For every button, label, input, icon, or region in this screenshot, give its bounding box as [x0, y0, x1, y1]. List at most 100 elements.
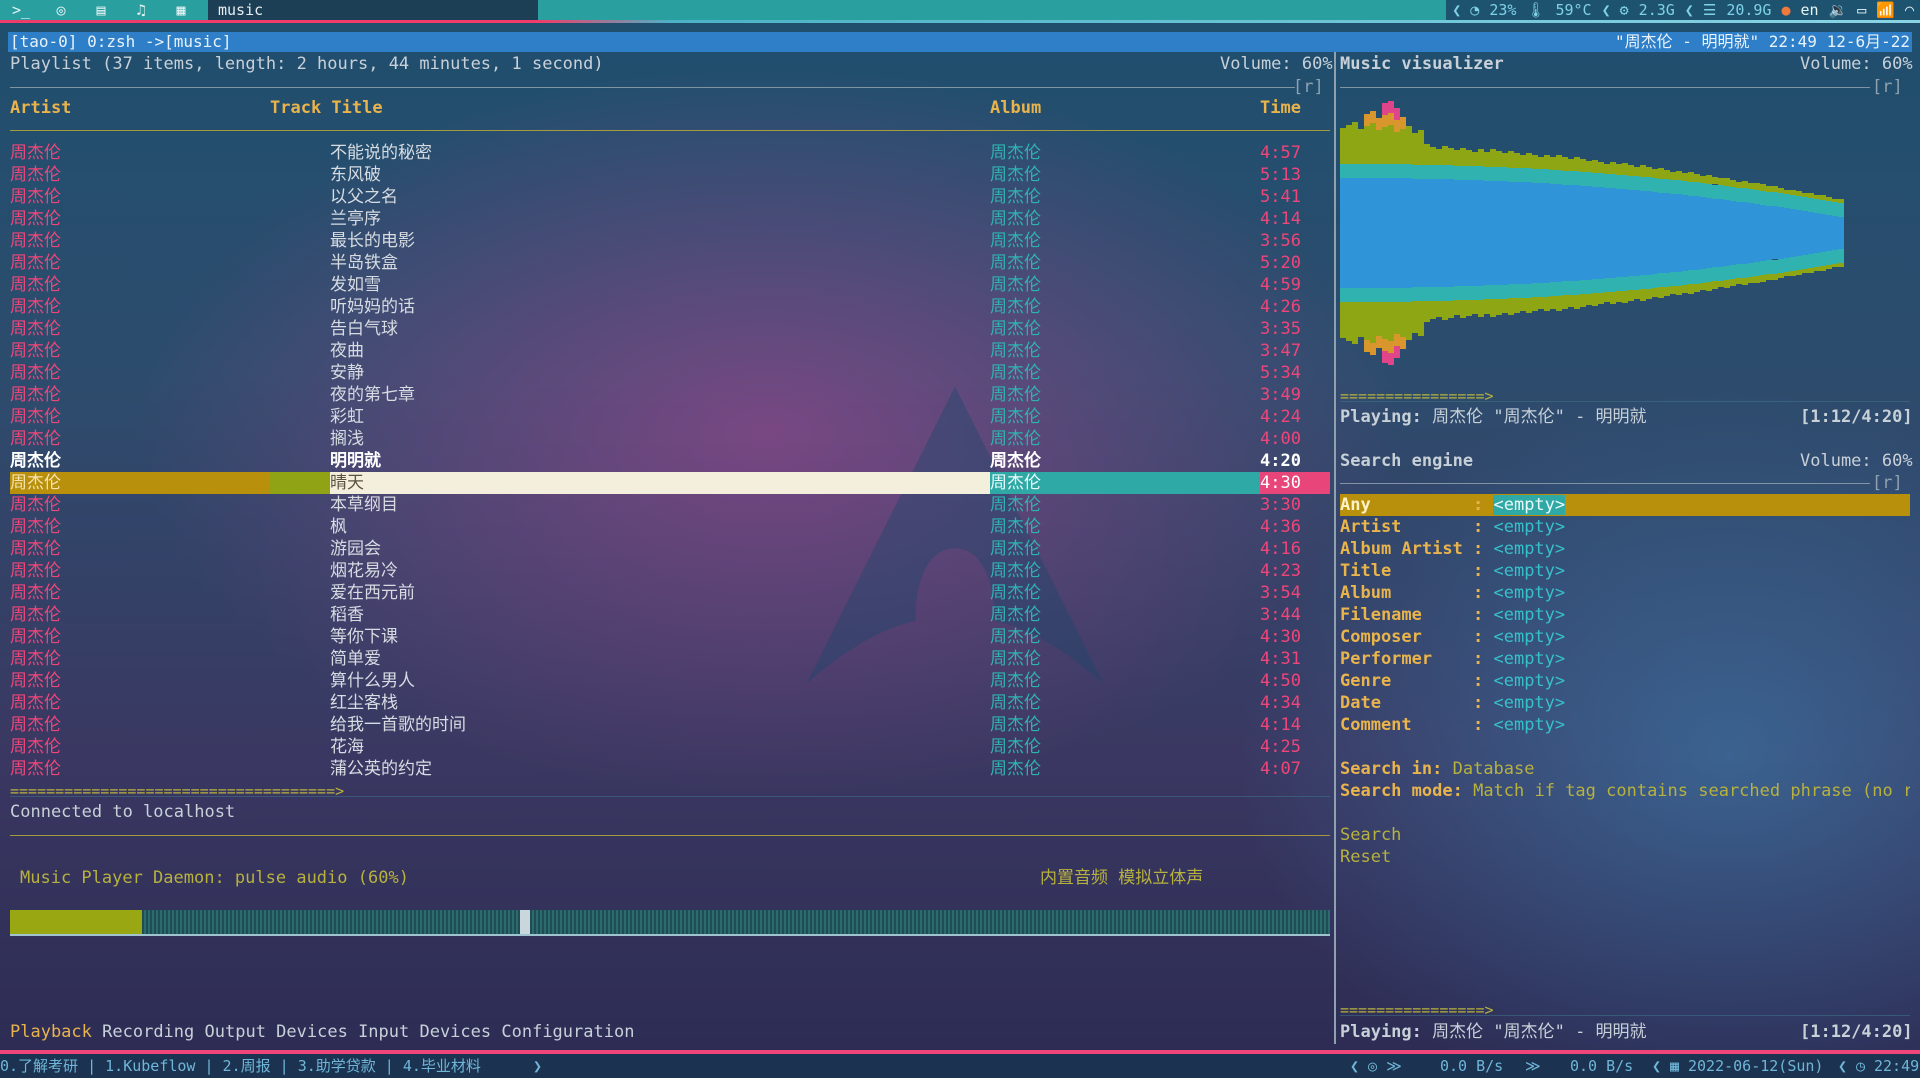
cell-time: 3:35 [1260, 319, 1301, 339]
search-field-value[interactable]: <empty> [1493, 561, 1565, 581]
cell-title: 安静 [330, 363, 364, 383]
cell-artist: 周杰伦 [10, 275, 61, 295]
search-field-row[interactable]: Artist: <empty> [1340, 516, 1910, 538]
table-row[interactable]: 周杰伦 明明就 周杰伦 4:20 [10, 450, 1330, 472]
visualizer-progress-arrow: ================> [1340, 387, 1494, 405]
search-field-value[interactable]: <empty> [1493, 605, 1565, 625]
table-row[interactable]: 周杰伦 枫 周杰伦 4:36 [10, 516, 1330, 538]
cell-album: 周杰伦 [990, 187, 1041, 207]
search-field-colon: : [1473, 539, 1494, 559]
search-field-value[interactable]: <empty> [1493, 671, 1565, 691]
table-row[interactable]: 周杰伦 等你下课 周杰伦 4:30 [10, 626, 1330, 648]
search-field-row[interactable]: Filename: <empty> [1340, 604, 1910, 626]
cell-title: 彩虹 [330, 407, 364, 427]
cell-title: 枫 [330, 517, 347, 537]
network-icon[interactable]: 📶 [1876, 1, 1895, 19]
cpu-usage: 23% [1489, 1, 1517, 19]
search-field-row[interactable]: Comment: <empty> [1340, 714, 1910, 736]
column-time-header[interactable]: Time [1260, 97, 1301, 119]
volume-slider[interactable] [10, 910, 1330, 936]
cell-title: 简单爱 [330, 649, 381, 669]
table-row[interactable]: 周杰伦 夜的第七章 周杰伦 3:49 [10, 384, 1330, 406]
tab-output-devices[interactable]: Output Devices [205, 1022, 348, 1042]
search-field-row[interactable]: Performer: <empty> [1340, 648, 1910, 670]
table-row[interactable]: 周杰伦 给我一首歌的时间 周杰伦 4:14 [10, 714, 1330, 736]
search-field-row[interactable]: Composer: <empty> [1340, 626, 1910, 648]
table-row[interactable]: 周杰伦 告白气球 周杰伦 3:35 [10, 318, 1330, 340]
table-row[interactable]: 周杰伦 本草纲目 周杰伦 3:30 [10, 494, 1330, 516]
apps-icon[interactable]: ▦ [166, 0, 196, 20]
volume-slider-marker[interactable] [520, 910, 530, 934]
search-field-row[interactable]: Genre: <empty> [1340, 670, 1910, 692]
table-row[interactable]: 周杰伦 夜曲 周杰伦 3:47 [10, 340, 1330, 362]
table-row[interactable]: 周杰伦 安静 周杰伦 5:34 [10, 362, 1330, 384]
wifi-icon[interactable]: ◠ [1905, 1, 1914, 19]
tab-recording[interactable]: Recording [102, 1022, 194, 1042]
firefox-icon[interactable]: ● [1781, 1, 1790, 19]
search-field-row[interactable]: Any: <empty> [1340, 494, 1910, 516]
terminal-icon[interactable]: >_ [6, 0, 36, 20]
table-row[interactable]: 周杰伦 东风破 周杰伦 5:13 [10, 164, 1330, 186]
cell-artist: 周杰伦 [10, 363, 61, 383]
tab-configuration[interactable]: Configuration [501, 1022, 634, 1042]
volume-icon[interactable]: 🔉 [1829, 1, 1848, 19]
table-row[interactable]: 周杰伦 蒲公英的约定 周杰伦 4:07 [10, 758, 1330, 780]
table-row[interactable]: 周杰伦 稻香 周杰伦 3:44 [10, 604, 1330, 626]
table-row[interactable]: 周杰伦 爱在西元前 周杰伦 3:54 [10, 582, 1330, 604]
mixer-device-label: 内置音频 模拟立体声 [1040, 868, 1204, 888]
search-field-value[interactable]: <empty> [1493, 627, 1565, 647]
playlist-volume[interactable]: Volume: 60% [1220, 53, 1333, 75]
search-field-colon: : [1473, 605, 1494, 625]
visualizer-volume[interactable]: Volume: 60% [1800, 53, 1913, 75]
table-row[interactable]: 周杰伦 最长的电影 周杰伦 3:56 [10, 230, 1330, 252]
column-artist-header[interactable]: Artist [10, 97, 71, 119]
search-field-value[interactable]: <empty> [1493, 693, 1565, 713]
search-field-value[interactable]: <empty> [1493, 495, 1566, 515]
table-row[interactable]: 周杰伦 游园会 周杰伦 4:16 [10, 538, 1330, 560]
search-field-value[interactable]: <empty> [1493, 583, 1565, 603]
table-row[interactable]: 周杰伦 半岛铁盒 周杰伦 5:20 [10, 252, 1330, 274]
chat-icon[interactable]: ▤ [86, 0, 116, 20]
chrome-icon[interactable]: ◎ [46, 0, 76, 20]
search-field-row[interactable]: Album Artist: <empty> [1340, 538, 1910, 560]
workspace-list[interactable]: 0.了解考研 | 1.Kubeflow | 2.周报 | 3.助学贷款 | 4.… [0, 1054, 481, 1078]
tab-input-devices[interactable]: Input Devices [358, 1022, 491, 1042]
search-in-value[interactable]: Database [1453, 759, 1535, 779]
table-row[interactable]: 周杰伦 彩虹 周杰伦 4:24 [10, 406, 1330, 428]
search-mode-value[interactable]: Match if tag contains searched phrase (n… [1473, 781, 1910, 801]
search-field-value[interactable]: <empty> [1493, 517, 1565, 537]
search-field-colon: : [1473, 583, 1494, 603]
search-volume[interactable]: Volume: 60% [1800, 450, 1913, 472]
search-field-row[interactable]: Date: <empty> [1340, 692, 1910, 714]
table-row[interactable]: 周杰伦 算什么男人 周杰伦 4:50 [10, 670, 1330, 692]
reset-action-button[interactable]: Reset [1340, 846, 1391, 868]
cell-time: 4:20 [1260, 451, 1301, 471]
table-row[interactable]: 周杰伦 搁浅 周杰伦 4:00 [10, 428, 1330, 450]
cell-time: 4:34 [1260, 693, 1301, 713]
table-row[interactable]: 周杰伦 不能说的秘密 周杰伦 4:57 [10, 142, 1330, 164]
table-row[interactable]: 周杰伦 兰亭序 周杰伦 4:14 [10, 208, 1330, 230]
cell-time: 4:23 [1260, 561, 1301, 581]
search-field-value[interactable]: <empty> [1493, 649, 1565, 669]
search-field-label: Album Artist [1340, 539, 1463, 559]
table-row[interactable]: 周杰伦 听妈妈的话 周杰伦 4:26 [10, 296, 1330, 318]
search-field-value[interactable]: <empty> [1493, 715, 1565, 735]
table-row[interactable]: 周杰伦 发如雪 周杰伦 4:59 [10, 274, 1330, 296]
cell-title: 晴天 [330, 473, 364, 493]
table-row[interactable]: 周杰伦 以父之名 周杰伦 5:41 [10, 186, 1330, 208]
table-row[interactable]: 周杰伦 红尘客栈 周杰伦 4:34 [10, 692, 1330, 714]
column-title-header[interactable]: Track Title [270, 97, 383, 119]
tab-playback[interactable]: Playback [10, 1022, 92, 1042]
search-field-row[interactable]: Album: <empty> [1340, 582, 1910, 604]
search-field-value[interactable]: <empty> [1493, 539, 1565, 559]
visualizer-title: Music visualizer [1340, 54, 1504, 74]
keyboard-layout[interactable]: en [1801, 1, 1819, 19]
search-field-row[interactable]: Title: <empty> [1340, 560, 1910, 582]
table-row[interactable]: 周杰伦 烟花易冷 周杰伦 4:23 [10, 560, 1330, 582]
search-action-button[interactable]: Search [1340, 824, 1401, 846]
music-note-icon[interactable]: ♫ [126, 0, 156, 20]
column-album-header[interactable]: Album [990, 97, 1041, 119]
table-row[interactable]: 周杰伦 简单爱 周杰伦 4:31 [10, 648, 1330, 670]
table-row[interactable]: 周杰伦 晴天 周杰伦 4:30 [10, 472, 1330, 494]
table-row[interactable]: 周杰伦 花海 周杰伦 4:25 [10, 736, 1330, 758]
